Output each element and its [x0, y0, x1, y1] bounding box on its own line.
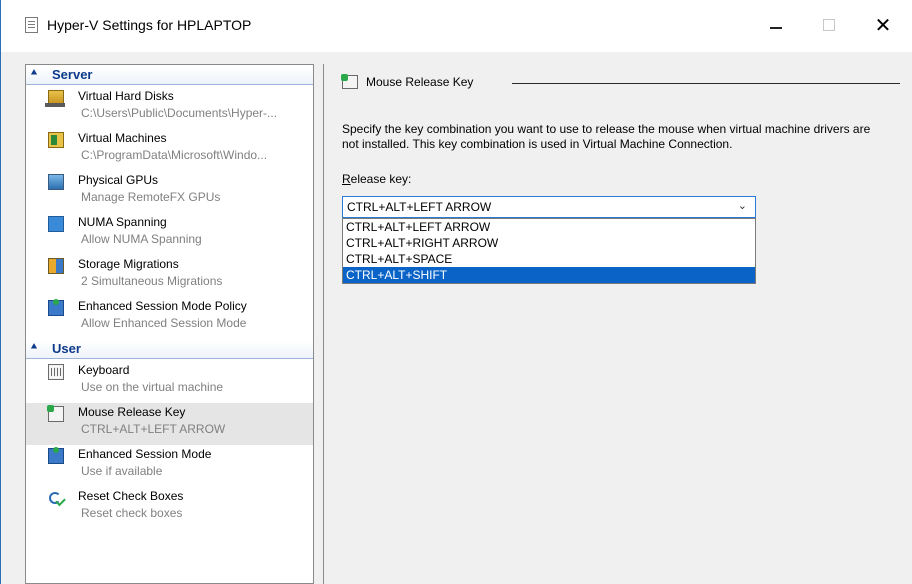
item-subtitle: Allow Enhanced Session Mode: [81, 316, 247, 330]
item-subtitle: Reset check boxes: [81, 506, 183, 520]
minimize-icon: [770, 27, 782, 29]
settings-window: Hyper-V Settings for HPLAPTOP ✕ ⯅ Server…: [0, 0, 912, 584]
dropdown-option-ctrl-alt-right-arrow[interactable]: CTRL+ALT+RIGHT ARROW: [343, 235, 755, 251]
settings-document-icon: [25, 17, 38, 33]
item-subtitle: C:\ProgramData\Microsoft\Windo...: [81, 148, 268, 162]
settings-detail-pane: Mouse Release Key Specify the key combin…: [323, 64, 912, 584]
chevron-down-icon[interactable]: ⌄: [738, 199, 747, 212]
sidebar-item-reset-check-boxes[interactable]: Reset Check Boxes Reset check boxes: [26, 487, 313, 529]
sidebar-item-mouse-release-key[interactable]: Mouse Release Key CTRL+ALT+LEFT ARROW: [26, 403, 313, 445]
release-key-label-text: elease key:: [350, 172, 412, 186]
access-key-letter: R: [342, 172, 351, 186]
keyboard-icon: [48, 364, 64, 380]
item-title: Keyboard: [78, 363, 130, 377]
item-title: Reset Check Boxes: [78, 489, 184, 503]
item-title: Storage Migrations: [78, 257, 179, 271]
item-title: Mouse Release Key: [78, 405, 186, 419]
item-subtitle: CTRL+ALT+LEFT ARROW: [81, 422, 226, 436]
release-key-combobox[interactable]: CTRL+ALT+LEFT ARROW ⌄: [342, 196, 756, 218]
reset-icon: [48, 490, 64, 506]
maximize-icon: [823, 19, 835, 31]
minimize-button[interactable]: [756, 10, 796, 40]
item-title: Virtual Machines: [78, 131, 167, 145]
window-title: Hyper-V Settings for HPLAPTOP: [47, 17, 252, 33]
mouse-release-icon: [341, 74, 358, 89]
item-subtitle: 2 Simultaneous Migrations: [81, 274, 223, 288]
sidebar-item-physical-gpus[interactable]: Physical GPUs Manage RemoteFX GPUs: [26, 171, 313, 213]
numa-icon: [48, 216, 64, 232]
dialog-body: ⯅ Server Virtual Hard Disks C:\Users\Pub…: [1, 52, 912, 584]
virtual-machine-icon: [48, 132, 64, 148]
section-divider: [512, 83, 900, 84]
combobox-value: CTRL+ALT+LEFT ARROW: [347, 200, 492, 214]
title-bar: Hyper-V Settings for HPLAPTOP ✕: [1, 0, 912, 52]
item-subtitle: C:\Users\Public\Documents\Hyper-...: [81, 106, 278, 120]
chevron-up-icon: ⯅: [30, 68, 38, 79]
item-subtitle: Allow NUMA Spanning: [81, 232, 202, 246]
chevron-up-icon: ⯅: [30, 342, 38, 353]
category-user[interactable]: ⯅ User: [26, 341, 313, 359]
hard-disk-icon: [45, 90, 65, 107]
item-subtitle: Use on the virtual machine: [81, 380, 224, 394]
category-server[interactable]: ⯅ Server: [26, 67, 313, 85]
dropdown-option-ctrl-alt-shift[interactable]: CTRL+ALT+SHIFT: [343, 267, 755, 283]
category-label: User: [52, 341, 81, 356]
release-key-dropdown-list: CTRL+ALT+LEFT ARROW CTRL+ALT+RIGHT ARROW…: [342, 218, 756, 284]
item-title: Enhanced Session Mode: [78, 447, 212, 461]
sidebar-item-virtual-hard-disks[interactable]: Virtual Hard Disks C:\Users\Public\Docum…: [26, 87, 313, 129]
sidebar-item-keyboard[interactable]: Keyboard Use on the virtual machine: [26, 361, 313, 403]
sidebar-item-enhanced-session-mode-policy[interactable]: Enhanced Session Mode Policy Allow Enhan…: [26, 297, 313, 339]
item-subtitle: Use if available: [81, 464, 163, 478]
dropdown-option-ctrl-alt-space[interactable]: CTRL+ALT+SPACE: [343, 251, 755, 267]
release-key-label: Release key:: [342, 172, 411, 186]
section-header: Mouse Release Key: [341, 74, 900, 90]
close-button[interactable]: ✕: [863, 10, 903, 40]
item-title: NUMA Spanning: [78, 215, 167, 229]
sidebar-item-storage-migrations[interactable]: Storage Migrations 2 Simultaneous Migrat…: [26, 255, 313, 297]
storage-migration-icon: [48, 258, 64, 274]
item-title: Enhanced Session Mode Policy: [78, 299, 247, 313]
enhanced-session-icon: [48, 299, 64, 316]
section-title: Mouse Release Key: [366, 75, 474, 89]
mouse-release-icon: [47, 405, 64, 422]
close-icon: ✕: [874, 14, 892, 37]
sidebar-item-enhanced-session-mode[interactable]: Enhanced Session Mode Use if available: [26, 445, 313, 487]
item-title: Virtual Hard Disks: [78, 89, 174, 103]
settings-navigation-pane: ⯅ Server Virtual Hard Disks C:\Users\Pub…: [25, 64, 314, 584]
item-subtitle: Manage RemoteFX GPUs: [81, 190, 221, 204]
sidebar-item-numa-spanning[interactable]: NUMA Spanning Allow NUMA Spanning: [26, 213, 313, 255]
enhanced-session-icon: [48, 447, 64, 464]
gpu-icon: [48, 174, 64, 190]
sidebar-item-virtual-machines[interactable]: Virtual Machines C:\ProgramData\Microsof…: [26, 129, 313, 171]
dropdown-option-ctrl-alt-left-arrow[interactable]: CTRL+ALT+LEFT ARROW: [343, 219, 755, 235]
maximize-button[interactable]: [809, 10, 849, 40]
item-title: Physical GPUs: [78, 173, 159, 187]
category-label: Server: [52, 67, 93, 82]
description-text: Specify the key combination you want to …: [342, 122, 871, 151]
